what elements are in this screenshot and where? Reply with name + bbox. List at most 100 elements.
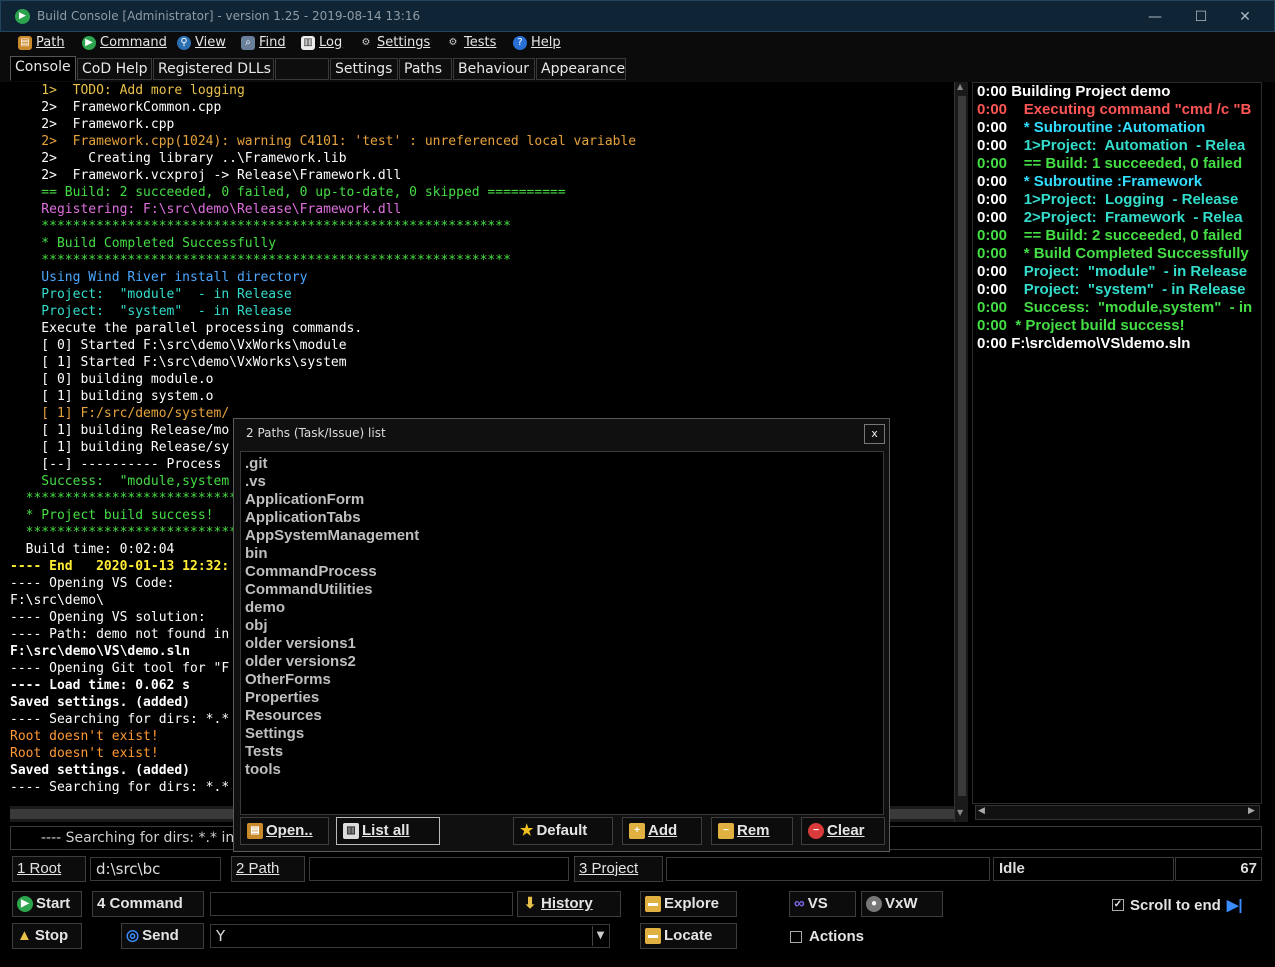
path-list-item[interactable]: AppSystemManagement	[245, 527, 883, 545]
console-line: Execute the parallel processing commands…	[10, 321, 363, 336]
clear-button[interactable]: − Clear	[801, 817, 885, 845]
rem-button[interactable]: − Rem	[711, 817, 793, 845]
list-all-button[interactable]: ▥ List all	[336, 817, 440, 845]
scroll-to-end-checkbox[interactable]: ✓	[1112, 899, 1124, 911]
menu-find[interactable]: ⌕ Find	[241, 35, 286, 50]
scroll-thumb[interactable]	[958, 96, 966, 796]
folder-icon: ▬	[645, 896, 661, 912]
command-input[interactable]	[210, 892, 513, 916]
path-list-item[interactable]: demo	[245, 599, 883, 617]
tab-settings[interactable]: Settings	[330, 58, 398, 80]
path-button[interactable]: 2 Path	[231, 856, 305, 882]
menu-view[interactable]: ⚲ View	[177, 35, 226, 50]
summary-line: 0:00 * Subroutine :Automation	[973, 119, 1261, 137]
scroll-up-icon[interactable]: ▲	[957, 82, 963, 91]
start-button[interactable]: ▶ Start	[12, 891, 82, 917]
path-list-item[interactable]: ApplicationTabs	[245, 509, 883, 527]
menu-path[interactable]: ▤ Path	[18, 35, 65, 50]
project-field[interactable]	[666, 857, 990, 881]
menu-tests[interactable]: ⚙ Tests	[446, 35, 497, 50]
vxw-button[interactable]: ● VxW	[861, 891, 943, 917]
path-list-item[interactable]: obj	[245, 617, 883, 635]
actions-checkbox[interactable]	[790, 930, 802, 943]
path-list-item[interactable]: bin	[245, 545, 883, 563]
tab-appearance[interactable]: Appearance	[536, 58, 626, 80]
summary-line: 0:00 Executing command "cmd /c "B	[973, 101, 1261, 119]
path-list-item[interactable]: tools	[245, 761, 883, 779]
open-button[interactable]: ▤ Open..	[240, 817, 329, 845]
scroll-left-icon[interactable]: ◀	[978, 806, 985, 816]
add-button[interactable]: + Add	[622, 817, 702, 845]
command-button[interactable]: 4 Command	[92, 891, 204, 917]
magnifier-icon: ⚲	[177, 35, 191, 50]
tab-blank[interactable]	[275, 58, 329, 80]
project-button[interactable]: 3 Project	[574, 856, 663, 882]
window-title: Build Console [Administrator] - version …	[37, 9, 421, 23]
default-button[interactable]: ★ Default	[513, 817, 613, 845]
explore-button[interactable]: ▬ Explore	[640, 891, 737, 917]
count-field: 67	[1175, 857, 1262, 881]
path-list-item[interactable]: OtherForms	[245, 671, 883, 689]
summary-time: 0:00	[977, 317, 1008, 334]
locate-button[interactable]: ▬ Locate	[640, 923, 737, 949]
path-field[interactable]	[309, 857, 569, 881]
summary-text: Project: "module" - in Release	[1007, 263, 1248, 280]
paths-list[interactable]: .git .vs ApplicationForm ApplicationTabs App…	[240, 451, 884, 815]
tab-registered-dlls[interactable]: Registered DLLs	[153, 58, 274, 80]
vs-button[interactable]: ∞ VS	[789, 891, 856, 917]
root-button[interactable]: 1 Root	[12, 856, 86, 882]
path-list-item[interactable]: Properties	[245, 689, 883, 707]
scroll-to-end-toggle[interactable]: ✓ Scroll to end ▶|	[1112, 896, 1243, 914]
log-icon: ▥	[301, 35, 315, 50]
path-list-item[interactable]: .vs	[245, 473, 883, 491]
root-field[interactable]: d:\src\bc	[90, 857, 221, 881]
maximize-button[interactable]: ☐	[1179, 3, 1223, 31]
close-button[interactable]: ✕	[1223, 3, 1267, 31]
stop-button[interactable]: ▲ Stop	[12, 923, 82, 949]
send-button[interactable]: ◎ Send	[121, 923, 204, 949]
tab-behaviour[interactable]: Behaviour	[453, 58, 535, 80]
remove-folder-icon: −	[718, 823, 734, 839]
console-line: 2> Framework.cpp	[10, 117, 175, 132]
path-list-item[interactable]: Tests	[245, 743, 883, 761]
summary-hscrollbar[interactable]: ◀ ▶	[975, 805, 1260, 820]
path-list-item[interactable]: ApplicationForm	[245, 491, 883, 509]
send-input[interactable]: Y	[210, 924, 610, 948]
tab-console[interactable]: Console	[10, 56, 76, 81]
actions-toggle[interactable]: Actions	[790, 928, 864, 945]
tab-paths[interactable]: Paths	[399, 58, 452, 80]
path-list-item[interactable]: CommandProcess	[245, 563, 883, 581]
build-summary-panel[interactable]: 0:00 Building Project demo 0:00 Executing…	[972, 82, 1262, 804]
path-list-item[interactable]: .git	[245, 455, 883, 473]
history-button[interactable]: ⬇ History	[517, 891, 621, 917]
minimize-button[interactable]: —	[1133, 3, 1177, 31]
summary-text: 2>Project: Framework - Relea	[1007, 209, 1243, 226]
scroll-down-icon[interactable]: ▼	[957, 808, 963, 817]
summary-text: Building Project demo	[1007, 83, 1171, 100]
console-scrollbar[interactable]: ▲ ▼	[954, 82, 968, 822]
warning-icon: ▲	[17, 927, 32, 944]
menu-settings[interactable]: ⚙ Settings	[359, 35, 431, 50]
path-list-item[interactable]: Resources	[245, 707, 883, 725]
summary-text: == Build: 2 succeeded, 0 failed	[1007, 227, 1243, 244]
console-line: == Build: 2 succeeded, 0 failed, 0 up-to…	[10, 185, 566, 200]
path-list-item[interactable]: older versions1	[245, 635, 883, 653]
scroll-right-icon[interactable]: ▶	[1248, 806, 1255, 816]
dialog-close-button[interactable]: x	[864, 424, 885, 444]
summary-time: 0:00	[977, 119, 1008, 136]
console-line: 2> Framework.cpp(1024): warning C4101: '…	[10, 134, 637, 149]
summary-text: Success: "module,system" - in	[1007, 299, 1253, 316]
path-list-item[interactable]: older versions2	[245, 653, 883, 671]
menu-command[interactable]: ▶ Command	[82, 35, 167, 50]
menu-log[interactable]: ▥ Log	[301, 35, 342, 50]
tab-cod-help[interactable]: CoD Help	[77, 58, 152, 80]
chevron-down-icon[interactable]: ▼	[592, 926, 608, 946]
play-icon: ▶	[17, 896, 33, 912]
summary-time: 0:00	[977, 263, 1008, 280]
paths-list-dialog: 2 Paths (Task/Issue) list x .git .vs Appli…	[233, 418, 890, 852]
summary-text: * Subroutine :Automation	[1007, 119, 1206, 136]
menu-help[interactable]: ? Help	[513, 35, 561, 50]
path-icon: ▤	[18, 35, 32, 50]
path-list-item[interactable]: CommandUtilities	[245, 581, 883, 599]
path-list-item[interactable]: Settings	[245, 725, 883, 743]
